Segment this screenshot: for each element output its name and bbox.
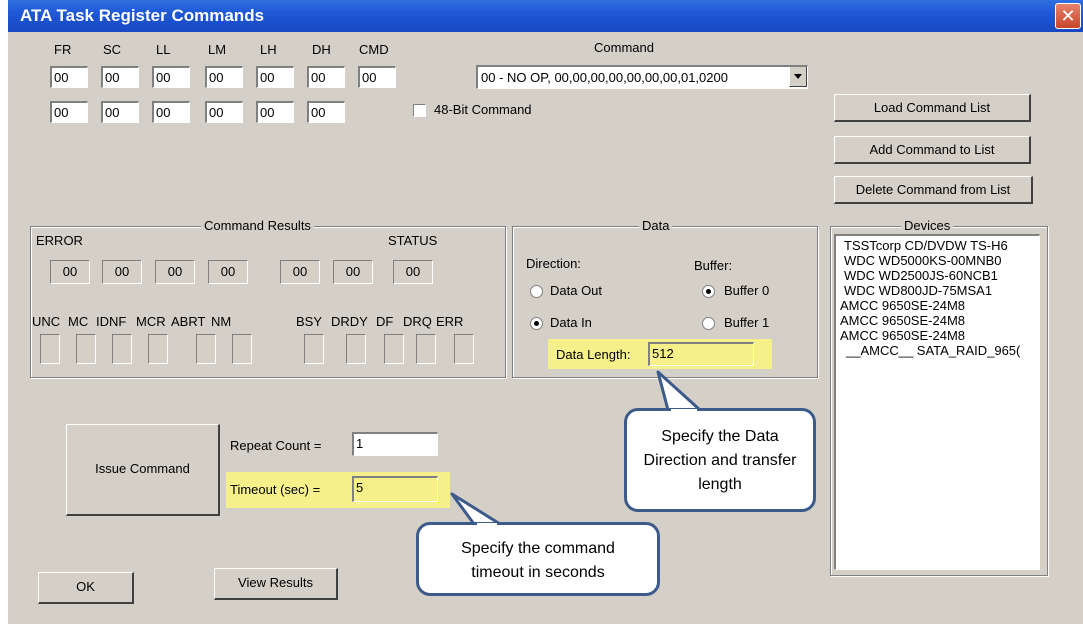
- callout-timeout: Specify the command timeout in seconds: [416, 522, 660, 596]
- callout-pointer-timeout: [450, 492, 502, 526]
- callout-data: Specify the Data Direction and transfer …: [624, 408, 816, 512]
- callout-pointer-data: [656, 370, 702, 412]
- callout-seam-timeout: [477, 523, 497, 528]
- callout-seam-data: [671, 409, 697, 414]
